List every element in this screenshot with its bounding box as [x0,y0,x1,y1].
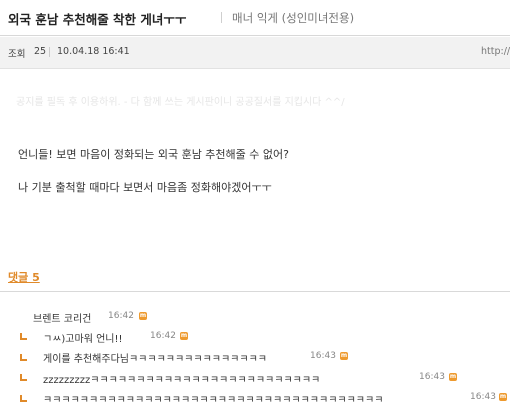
mobile-badge-icon: m [139,312,147,320]
post-header: 외국 훈남 추천해줄 착한 게녀ㅜㅜ 매너 익게 (성인미녀전용) [0,0,510,36]
reply-time: 16:43 [310,351,336,361]
reply-text: ㄱㅆ)고마워 언니!! [43,334,123,345]
mobile-badge-icon: m [499,393,507,401]
comment-time: 16:42 [108,311,134,321]
reply-text: 게이를 추천해주다님ㅋㅋㅋㅋㅋㅋㅋㅋㅋㅋㅋㅋㅋㅋㅋ [43,354,267,365]
post-body-line: 나 기분 출척할 때마다 보면서 마음좀 정화해야겠어ㅜㅜ [18,181,272,194]
reply-time: 16:43 [419,372,445,382]
reply-arrow-icon [20,354,27,361]
reply-text: zzzzzzzzzㅋㅋㅋㅋㅋㅋㅋㅋㅋㅋㅋㅋㅋㅋㅋㅋㅋㅋㅋㅋㅋㅋㅋㅋㅋ [43,375,321,386]
title-divider [221,12,222,23]
views-count: 25 [34,46,47,57]
post-body-line: 언니들! 보면 마음이 정화되는 외국 훈남 추천해줄 수 없어? [18,148,289,161]
board-name[interactable]: 매너 익게 (성인미녀전용) [232,10,354,26]
post-date: 10.04.18 16:41 [57,46,130,57]
post-meta: 조회 25 10.04.18 16:41 http:// [0,37,510,69]
post-title[interactable]: 외국 훈남 추천해줄 착한 게녀ㅜㅜ [8,9,186,28]
comments-divider [0,291,510,292]
reply-arrow-icon [20,333,27,340]
mobile-badge-icon: m [449,373,457,381]
comment-author[interactable]: 브렌트 코리건 [33,310,91,325]
reply-time: 16:43 [470,392,496,402]
reply-time: 16:42 [150,331,176,341]
mobile-badge-icon: m [340,352,348,360]
board-notice: 공지를 필독 후 이용하위. - 다 함께 쓰는 게시판이니 공공질서를 지킵시… [16,97,345,108]
comments-count-link[interactable]: 댓글 5 [8,269,40,285]
reply-arrow-icon [20,395,27,402]
post-url[interactable]: http:// [481,46,510,57]
reply-text: ㅋㅋㅋㅋㅋㅋㅋㅋㅋㅋㅋㅋㅋㅋㅋㅋㅋㅋㅋㅋㅋㅋㅋㅋㅋㅋㅋㅋㅋㅋㅋㅋㅋㅋㅋㅋㅋ [43,395,384,406]
mobile-badge-icon: m [180,332,188,340]
meta-divider [49,47,50,57]
views-label: 조회 [8,49,26,60]
reply-arrow-icon [20,374,27,381]
